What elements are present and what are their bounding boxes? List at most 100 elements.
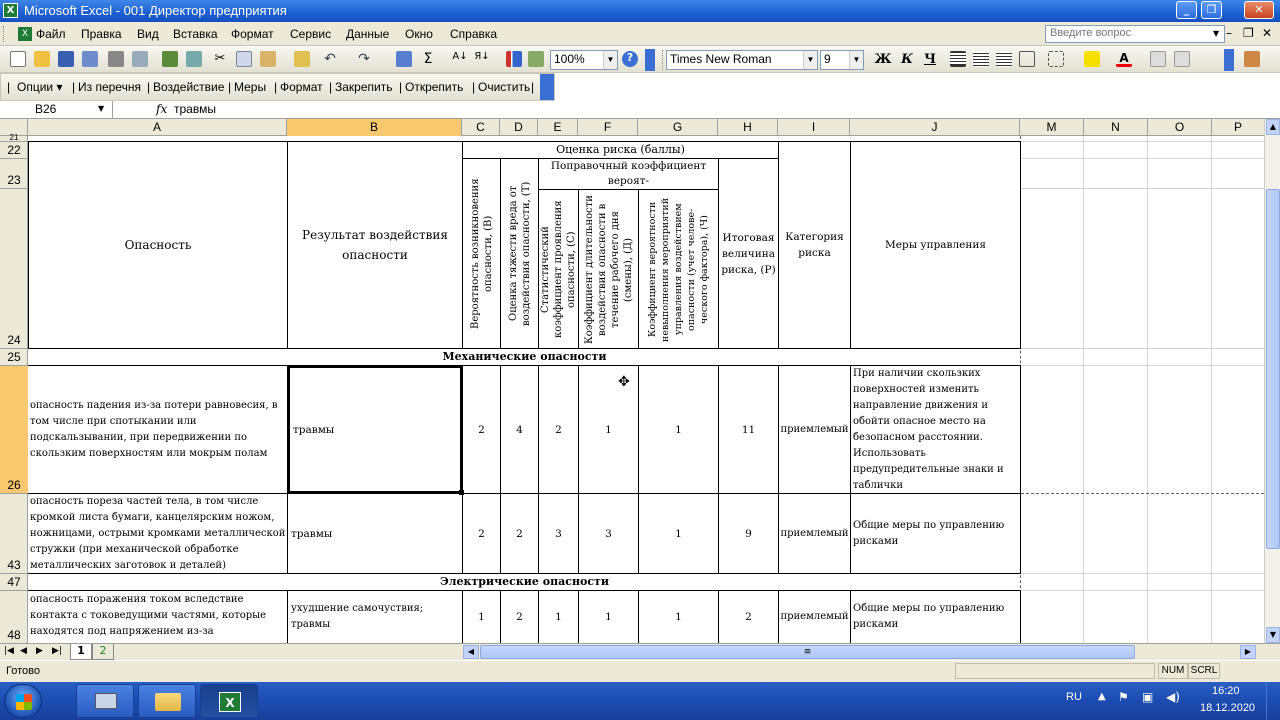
network-icon[interactable]: ▣ <box>1142 690 1153 704</box>
bold-button[interactable]: Ж <box>873 51 893 69</box>
tray-expand-icon[interactable]: ▲ <box>1098 691 1106 702</box>
worksheet-grid[interactable]: Опасность Результат воздействия опасност… <box>28 136 1264 643</box>
header-d-cell[interactable]: Оценка тяжести вреда от воздействия опас… <box>501 159 538 348</box>
cell-e[interactable]: 2 <box>539 366 578 493</box>
redo-icon[interactable]: ↷ <box>356 51 372 67</box>
doc-restore-icon[interactable]: ❐ <box>1243 26 1254 40</box>
scroll-right-button[interactable]: ▶ <box>1240 645 1256 659</box>
column-header[interactable]: I <box>778 119 850 136</box>
column-header[interactable]: C <box>462 119 500 136</box>
row-header[interactable]: 48 <box>0 591 28 643</box>
taskbar-app-excel[interactable]: X <box>200 684 258 718</box>
save-icon[interactable] <box>58 51 74 67</box>
menu-format[interactable]: Формат <box>231 27 274 41</box>
row-header[interactable]: 26 <box>0 366 28 494</box>
align-right-icon[interactable] <box>996 51 1012 67</box>
print-icon[interactable] <box>108 51 124 67</box>
options-menu[interactable]: Опции ▾ <box>17 80 62 94</box>
clear-button[interactable]: Очистить <box>478 80 530 94</box>
cell-e[interactable]: 3 <box>539 494 578 573</box>
italic-button[interactable]: К <box>897 51 917 69</box>
cell-h[interactable]: 2 <box>719 591 778 643</box>
header-risk-assessment[interactable]: Оценка риска (баллы) <box>463 142 778 158</box>
cell-g[interactable]: 1 <box>639 494 718 573</box>
fill-color-icon[interactable] <box>1084 51 1100 67</box>
menu-help[interactable]: Справка <box>450 27 497 41</box>
header-e-cell[interactable]: Статистический коэффициент проявления оп… <box>539 190 578 348</box>
sort-desc-icon[interactable]: Я↓ <box>474 51 490 67</box>
column-header[interactable]: O <box>1148 119 1212 136</box>
formula-input[interactable]: травмы <box>174 102 216 116</box>
scroll-up-button[interactable]: ▲ <box>1266 119 1280 135</box>
cell-measures[interactable]: При наличии скользких поверхностей измен… <box>853 366 1020 493</box>
taskbar-app-network[interactable] <box>76 684 134 718</box>
name-box[interactable]: B26 <box>0 101 113 118</box>
start-button[interactable] <box>4 684 42 718</box>
freeze-button[interactable]: Закрепить <box>335 80 392 94</box>
cell-category[interactable]: приемлемый <box>779 494 850 573</box>
borders-icon[interactable] <box>1048 51 1064 67</box>
cell-f[interactable]: 3 <box>579 494 638 573</box>
format-button[interactable]: Формат <box>280 80 323 94</box>
header-c-cell[interactable]: Вероятность возникновения опасности, (В) <box>463 159 500 348</box>
spelling-icon[interactable] <box>162 51 178 67</box>
cell-measures[interactable]: Общие меры по управлению рисками <box>853 494 1020 573</box>
clock-date[interactable]: 18.12.2020 <box>1200 702 1255 714</box>
format-painter-icon[interactable] <box>294 51 310 67</box>
header-correction[interactable]: Поправочный коэффициент вероят- <box>539 158 718 189</box>
column-header[interactable]: N <box>1084 119 1148 136</box>
horizontal-scroll-thumb[interactable]: ≡ <box>480 645 1135 659</box>
taskbar-app-explorer[interactable] <box>138 684 196 718</box>
toolbar-options-icon[interactable] <box>1224 49 1234 71</box>
cell-category[interactable]: приемлемый <box>779 591 850 643</box>
column-header[interactable]: G <box>638 119 718 136</box>
sheet-tab-active[interactable]: 1 <box>70 644 92 660</box>
print-preview-icon[interactable] <box>132 51 148 67</box>
permission-icon[interactable] <box>82 51 98 67</box>
column-header[interactable]: M <box>1020 119 1084 136</box>
menu-view[interactable]: Вид <box>137 27 159 41</box>
cell-d[interactable]: 2 <box>501 591 538 643</box>
cell-h[interactable]: 11 <box>719 366 778 493</box>
paste-icon[interactable] <box>260 51 276 67</box>
zoom-select[interactable]: 100% ▼ <box>550 50 618 70</box>
header-hazard[interactable]: Опасность <box>29 142 287 348</box>
cell-f[interactable]: 1 <box>579 591 638 643</box>
column-header[interactable]: F <box>578 119 638 136</box>
scroll-left-button[interactable]: ◀ <box>463 645 479 659</box>
header-total[interactable]: Итоговая величина риска, (Р) <box>719 159 778 348</box>
row-header[interactable]: 24 <box>0 189 28 349</box>
cell-hazard[interactable]: опасность поражения током вследствие кон… <box>30 591 287 643</box>
cell-h[interactable]: 9 <box>719 494 778 573</box>
chart-wizard-icon[interactable] <box>506 51 522 67</box>
scroll-thumb[interactable] <box>1266 189 1280 549</box>
doc-minimize-icon[interactable]: – <box>1226 26 1232 40</box>
row-header[interactable]: 43 <box>0 494 28 574</box>
menu-data[interactable]: Данные <box>346 27 389 41</box>
column-header[interactable]: E <box>538 119 578 136</box>
vertical-scrollbar[interactable]: ▲ ▼ <box>1264 119 1280 643</box>
merge-center-icon[interactable] <box>1019 51 1035 67</box>
decrease-indent-icon[interactable] <box>1150 51 1166 67</box>
maximize-button[interactable]: ❐ <box>1201 1 1222 19</box>
cell-c[interactable]: 2 <box>463 366 500 493</box>
addin-icon[interactable] <box>1244 51 1260 67</box>
clock-time[interactable]: 16:20 <box>1212 685 1240 697</box>
ask-dropdown-icon[interactable]: ▼ <box>1213 29 1219 38</box>
prev-sheet-icon[interactable]: ◀ <box>20 646 27 656</box>
ask-question-input[interactable]: Введите вопрос <box>1045 25 1225 43</box>
hyperlink-icon[interactable] <box>396 51 412 67</box>
row-header[interactable]: 23 <box>0 159 28 189</box>
cell-hazard[interactable]: опасность падения из-за потери равновеси… <box>30 366 287 493</box>
drawing-icon[interactable] <box>528 51 544 67</box>
volume-icon[interactable]: ◀) <box>1166 690 1180 704</box>
autosum-icon[interactable]: Σ <box>420 51 436 67</box>
doc-close-icon[interactable]: ✕ <box>1262 26 1272 40</box>
help-icon[interactable]: ? <box>622 51 638 67</box>
row-header[interactable]: 25 <box>0 349 28 366</box>
undo-icon[interactable]: ↶ <box>322 51 338 67</box>
column-header[interactable]: J <box>850 119 1020 136</box>
new-icon[interactable] <box>10 51 26 67</box>
align-center-icon[interactable] <box>973 51 989 67</box>
impact-button[interactable]: Воздействие <box>153 80 224 94</box>
